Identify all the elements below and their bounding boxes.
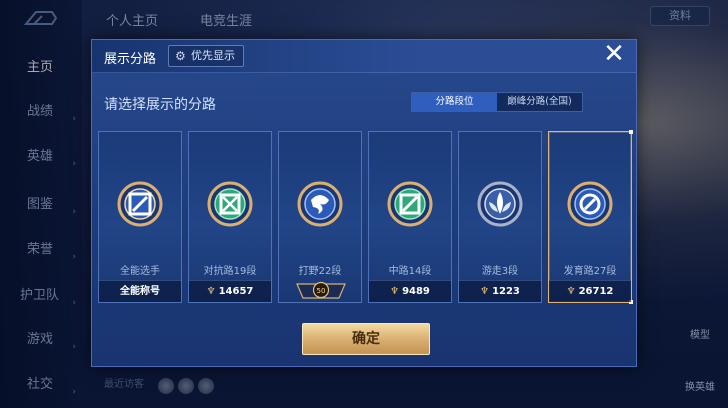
card-value: 全能称号	[99, 280, 181, 302]
priority-label: 优先显示	[191, 49, 235, 62]
card-value-text: 14657	[218, 286, 254, 297]
mid-lane-badge-icon	[387, 181, 433, 227]
card-value-text: 全能称号	[120, 286, 160, 297]
points-icon: ♆	[566, 286, 576, 297]
lane-card-jungle[interactable]: 打野22段 50	[278, 131, 362, 303]
card-name: 游走3段	[481, 266, 519, 277]
jungle-badge-icon	[297, 181, 343, 227]
lane-card-clash[interactable]: 对抗路19段 ♆ 14657	[188, 131, 272, 303]
confirm-button[interactable]: 确定	[302, 323, 430, 355]
lane-card-roam[interactable]: 游走3段 ♆ 1223	[458, 131, 542, 303]
card-value: ♆ 9489	[369, 280, 451, 302]
close-button[interactable]: ✕	[600, 39, 628, 69]
lane-tabs: 分路段位 巅峰分路(全国)	[411, 92, 583, 112]
gear-icon: ⚙	[175, 49, 186, 63]
dialog-subtitle: 请选择展示的分路	[104, 97, 216, 113]
clash-lane-badge-icon	[207, 181, 253, 227]
card-name: 对抗路19段	[203, 266, 257, 277]
star-count-badge-icon: 50	[296, 281, 346, 299]
card-value: ♆ 14657	[189, 280, 271, 302]
priority-display-button[interactable]: ⚙ 优先显示	[168, 45, 244, 67]
lane-card-farm[interactable]: 发育路27段 ♆ 26712	[548, 130, 633, 304]
card-value-text: 1223	[492, 286, 520, 297]
points-icon: ♆	[206, 286, 216, 297]
card-name: 发育路27段	[563, 266, 617, 277]
card-value: ♆ 26712	[549, 280, 631, 302]
tab-lane-rank[interactable]: 分路段位	[412, 93, 497, 111]
dialog-title: 展示分路	[104, 52, 157, 67]
card-name: 中路14段	[388, 266, 432, 277]
lane-card-all-round[interactable]: 全能选手 全能称号	[98, 131, 182, 303]
tab-peak-lane[interactable]: 巅峰分路(全国)	[497, 93, 582, 111]
card-value: ♆ 1223	[459, 280, 541, 302]
points-icon: ♆	[480, 286, 490, 297]
card-value-text: 26712	[578, 286, 614, 297]
roam-badge-icon	[477, 181, 523, 227]
lane-card-mid[interactable]: 中路14段 ♆ 9489	[368, 131, 452, 303]
card-name: 全能选手	[120, 266, 160, 277]
lane-display-dialog: 展示分路 ⚙ 优先显示 ✕ 请选择展示的分路 分路段位 巅峰分路(全国) 全能选…	[91, 39, 637, 367]
lane-cards: 全能选手 全能称号 对抗路19段 ♆ 14657 打野22段 50 中路14段 …	[98, 130, 633, 304]
selection-corner	[629, 130, 633, 134]
points-icon: ♆	[390, 286, 400, 297]
all-round-badge-icon	[117, 181, 163, 227]
star-count-text: 50	[317, 287, 326, 295]
card-value-text: 9489	[402, 286, 430, 297]
card-name: 打野22段	[298, 266, 342, 277]
farm-lane-badge-icon	[567, 181, 613, 227]
